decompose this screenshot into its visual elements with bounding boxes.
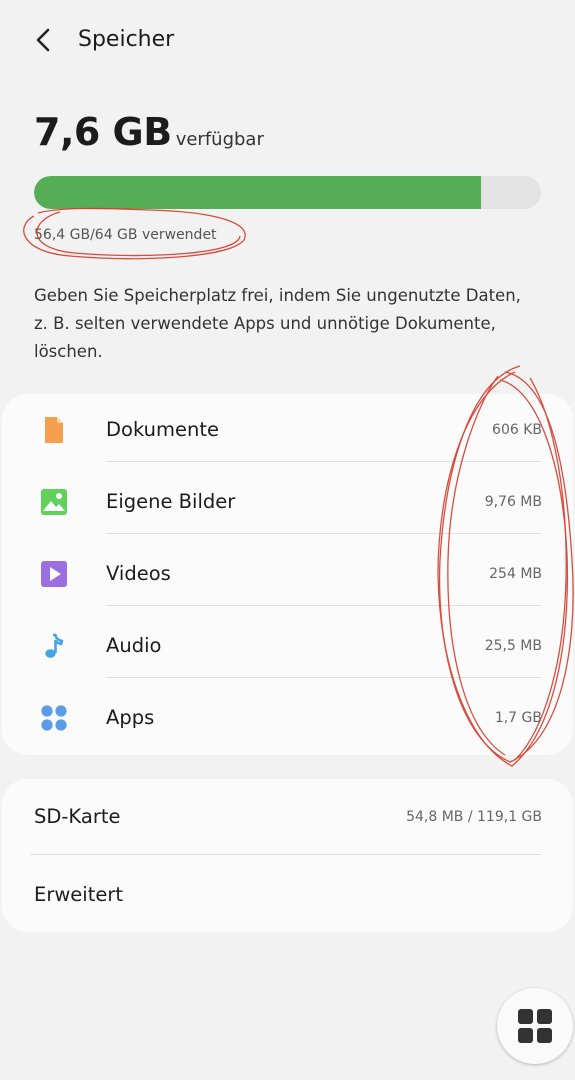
category-label: Eigene Bilder bbox=[106, 490, 236, 513]
category-size: 1,7 GB bbox=[494, 710, 542, 726]
music-note-icon bbox=[45, 633, 64, 658]
advanced-row[interactable]: Erweitert bbox=[2, 857, 573, 933]
category-row-images[interactable]: Eigene Bilder 9,76 MB bbox=[2, 466, 573, 538]
used-storage-text: 56,4 GB/64 GB verwendet bbox=[34, 227, 217, 243]
storage-options-card: SD-Karte 54,8 MB / 119,1 GB Erweitert bbox=[2, 779, 573, 932]
category-row-audio[interactable]: Audio 25,5 MB bbox=[2, 610, 573, 682]
sd-card-row[interactable]: SD-Karte 54,8 MB / 119,1 GB bbox=[2, 779, 573, 855]
divider bbox=[106, 461, 541, 462]
divider bbox=[106, 533, 541, 534]
category-size: 606 KB bbox=[492, 422, 542, 438]
advanced-label: Erweitert bbox=[34, 883, 124, 906]
available-value: 7,6 GB bbox=[34, 110, 172, 154]
sd-card-label: SD-Karte bbox=[34, 805, 121, 828]
back-button[interactable] bbox=[28, 24, 60, 56]
category-label: Audio bbox=[106, 634, 162, 657]
category-row-apps[interactable]: Apps 1,7 GB bbox=[2, 682, 573, 754]
available-label: verfügbar bbox=[175, 129, 264, 150]
storage-summary: 7,6 GB verfügbar bbox=[34, 110, 544, 154]
apps-grid-icon bbox=[41, 705, 67, 731]
document-icon bbox=[45, 417, 63, 443]
image-icon bbox=[41, 489, 67, 515]
storage-usage-bar bbox=[34, 176, 541, 209]
storage-categories-card: Dokumente 606 KB Eigene Bilder 9,76 MB V… bbox=[2, 394, 573, 755]
divider bbox=[106, 605, 541, 606]
category-label: Dokumente bbox=[106, 418, 219, 441]
grid-view-icon bbox=[518, 1009, 552, 1043]
sd-card-size: 54,8 MB / 119,1 GB bbox=[406, 809, 542, 825]
category-size: 254 MB bbox=[489, 566, 542, 582]
category-label: Videos bbox=[106, 562, 171, 585]
category-size: 9,76 MB bbox=[484, 494, 542, 510]
video-icon bbox=[41, 561, 67, 587]
category-row-documents[interactable]: Dokumente 606 KB bbox=[2, 394, 573, 466]
free-space-hint: Geben Sie Speicherplatz frei, indem Sie … bbox=[34, 286, 521, 361]
page-title: Speicher bbox=[78, 27, 175, 52]
category-row-videos[interactable]: Videos 254 MB bbox=[2, 538, 573, 610]
divider bbox=[30, 854, 541, 855]
grid-view-button[interactable] bbox=[497, 988, 573, 1064]
category-label: Apps bbox=[106, 706, 155, 729]
divider bbox=[106, 677, 541, 678]
back-arrow-icon bbox=[36, 28, 50, 52]
storage-usage-bar-fill bbox=[34, 176, 481, 209]
category-size: 25,5 MB bbox=[484, 638, 542, 654]
app-bar: Speicher bbox=[0, 0, 575, 80]
